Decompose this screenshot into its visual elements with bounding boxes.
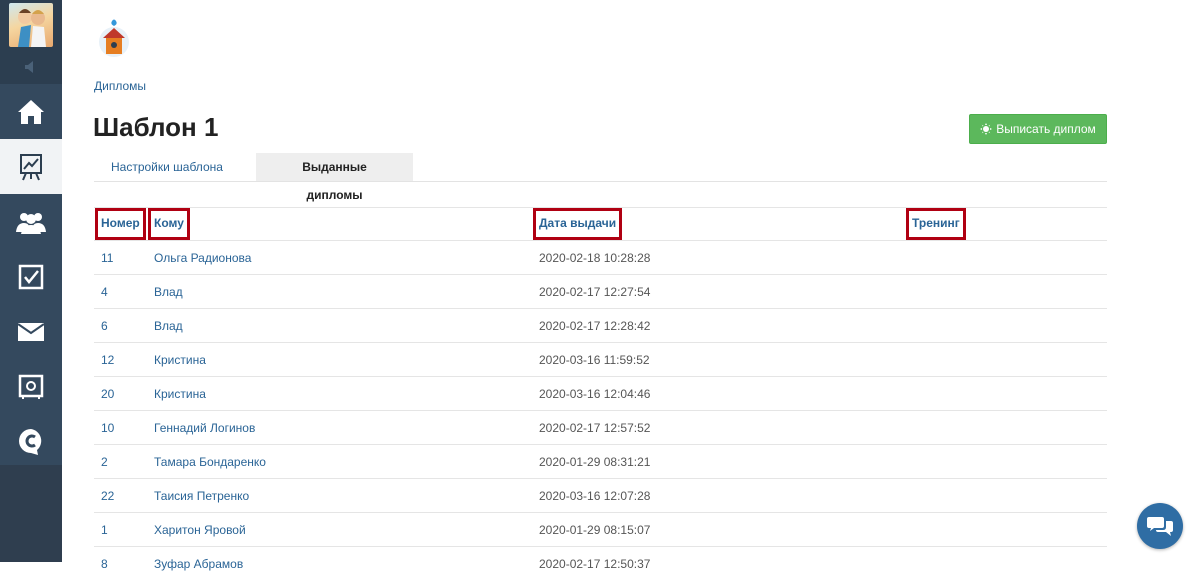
table-row[interactable]: 20 Кристина 2020-03-16 12:04:46 <box>94 377 1107 411</box>
diploma-number-link[interactable]: 12 <box>101 353 114 367</box>
birdhouse-icon <box>96 18 132 58</box>
issue-diploma-button[interactable]: Выписать диплом <box>969 114 1107 144</box>
issue-date: 2020-01-29 08:15:07 <box>539 513 912 547</box>
diploma-number-link[interactable]: 8 <box>101 557 108 571</box>
highlight-box: Номер <box>95 208 146 240</box>
sidebar-item-tasks[interactable] <box>0 249 62 305</box>
recipient-link[interactable]: Влад <box>154 319 183 333</box>
table-row[interactable]: 11 Ольга Радионова 2020-02-18 10:28:28 <box>94 241 1107 275</box>
training-cell <box>912 343 1107 377</box>
safe-icon <box>18 374 44 400</box>
training-cell <box>912 445 1107 479</box>
diploma-number-link[interactable]: 22 <box>101 489 114 503</box>
recipient-link[interactable]: Таисия Петренко <box>154 489 249 503</box>
table-row[interactable]: 2 Тамара Бондаренко 2020-01-29 08:31:21 <box>94 445 1107 479</box>
breadcrumb[interactable]: Дипломы <box>94 79 146 93</box>
diploma-number-link[interactable]: 4 <box>101 285 108 299</box>
users-icon <box>15 210 47 234</box>
chat-bubbles-icon <box>1147 515 1173 537</box>
column-header-to[interactable]: Кому <box>154 208 539 241</box>
sidebar-item-sales[interactable] <box>0 359 62 415</box>
training-cell <box>912 547 1107 580</box>
recipient-link[interactable]: Влад <box>154 285 183 299</box>
table-header-row: Номер Кому Дата выдачи Тренинг <box>94 208 1107 241</box>
table-row[interactable]: 22 Таисия Петренко 2020-03-16 12:07:28 <box>94 479 1107 513</box>
speaker-icon <box>24 61 38 73</box>
table-row[interactable]: 10 Геннадий Логинов 2020-02-17 12:57:52 <box>94 411 1107 445</box>
diploma-number-link[interactable]: 2 <box>101 455 108 469</box>
recipient-link[interactable]: Ольга Радионова <box>154 251 251 265</box>
sort-to-link[interactable]: Кому <box>154 216 184 230</box>
checkbox-icon <box>18 264 44 290</box>
avatar[interactable] <box>9 3 53 47</box>
copyright-chat-icon <box>18 428 44 456</box>
table-row[interactable]: 1 Харитон Яровой 2020-01-29 08:15:07 <box>94 513 1107 547</box>
recipient-link[interactable]: Зуфар Абрамов <box>154 557 243 571</box>
issue-date: 2020-02-17 12:50:37 <box>539 547 912 580</box>
training-cell <box>912 479 1107 513</box>
issue-date: 2020-03-16 12:04:46 <box>539 377 912 411</box>
recipient-link[interactable]: Харитон Яровой <box>154 523 246 537</box>
issue-date: 2020-02-17 12:27:54 <box>539 275 912 309</box>
tab-issued-diplomas[interactable]: Выданные дипломы <box>256 153 413 181</box>
sidebar-empty <box>0 465 62 562</box>
home-icon <box>17 99 45 125</box>
sort-date-link[interactable]: Дата выдачи <box>539 216 616 230</box>
training-cell <box>912 275 1107 309</box>
highlight-box: Кому <box>148 208 190 240</box>
presentation-chart-icon <box>19 153 43 181</box>
table-row[interactable]: 8 Зуфар Абрамов 2020-02-17 12:50:37 <box>94 547 1107 580</box>
issue-date: 2020-03-16 11:59:52 <box>539 343 912 377</box>
highlight-box: Тренинг <box>906 208 966 240</box>
sort-number-link[interactable]: Номер <box>101 216 140 230</box>
table-row[interactable]: 6 Влад 2020-02-17 12:28:42 <box>94 309 1107 343</box>
diploma-number-link[interactable]: 10 <box>101 421 114 435</box>
column-header-training[interactable]: Тренинг <box>912 208 1107 241</box>
collapse-sidebar-button[interactable] <box>0 52 62 82</box>
diploma-number-link[interactable]: 11 <box>101 251 113 265</box>
sidebar-item-mail[interactable] <box>0 304 62 360</box>
recipient-link[interactable]: Кристина <box>154 387 206 401</box>
training-cell <box>912 309 1107 343</box>
recipient-link[interactable]: Геннадий Логинов <box>154 421 255 435</box>
sidebar-item-home[interactable] <box>0 84 62 140</box>
table-row[interactable]: 12 Кристина 2020-03-16 11:59:52 <box>94 343 1107 377</box>
sidebar-item-trainings[interactable] <box>0 139 62 195</box>
sidebar-item-users[interactable] <box>0 194 62 250</box>
diploma-number-link[interactable]: 20 <box>101 387 114 401</box>
gear-icon <box>980 123 992 135</box>
sort-training-link[interactable]: Тренинг <box>912 216 960 230</box>
issue-diploma-label: Выписать диплом <box>996 122 1096 136</box>
issue-date: 2020-01-29 08:31:21 <box>539 445 912 479</box>
highlight-box: Дата выдачи <box>533 208 622 240</box>
table-row[interactable]: 4 Влад 2020-02-17 12:27:54 <box>94 275 1107 309</box>
diplomas-table: Номер Кому Дата выдачи Тренинг 11 Ольга … <box>94 207 1107 580</box>
issue-date: 2020-03-16 12:07:28 <box>539 479 912 513</box>
training-cell <box>912 241 1107 275</box>
issue-date: 2020-02-17 12:28:42 <box>539 309 912 343</box>
recipient-link[interactable]: Тамара Бондаренко <box>154 455 266 469</box>
training-cell <box>912 513 1107 547</box>
training-cell <box>912 411 1107 445</box>
sidebar-item-chat[interactable] <box>0 414 62 470</box>
diploma-number-link[interactable]: 1 <box>101 523 108 537</box>
tab-template-settings[interactable]: Настройки шаблона <box>94 153 240 181</box>
training-cell <box>912 377 1107 411</box>
issue-date: 2020-02-17 12:57:52 <box>539 411 912 445</box>
school-logo[interactable] <box>96 18 132 58</box>
support-chat-button[interactable] <box>1137 503 1183 549</box>
issue-date: 2020-02-18 10:28:28 <box>539 241 912 275</box>
tabs: Настройки шаблона Выданные дипломы <box>94 153 1107 182</box>
page-title: Шаблон 1 <box>93 112 218 143</box>
envelope-icon <box>17 322 45 342</box>
sidebar <box>0 0 62 562</box>
column-header-number[interactable]: Номер <box>94 208 154 241</box>
recipient-link[interactable]: Кристина <box>154 353 206 367</box>
column-header-date[interactable]: Дата выдачи <box>539 208 912 241</box>
diploma-number-link[interactable]: 6 <box>101 319 108 333</box>
